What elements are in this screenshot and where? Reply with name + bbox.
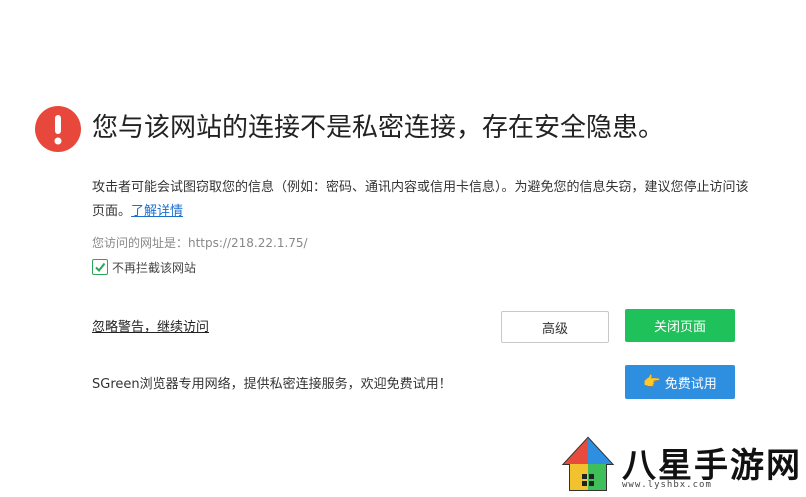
do-not-block-checkbox[interactable] <box>92 259 108 275</box>
learn-more-link[interactable]: 了解详情 <box>131 204 183 219</box>
description-text: 攻击者可能会试图窃取您的信息（例如：密码、通讯内容或信用卡信息）。为避免您的信息… <box>92 180 749 219</box>
close-page-button[interactable]: 关闭页面 <box>625 309 735 342</box>
free-trial-label: 免费试用 <box>664 376 717 392</box>
watermark-url: www.lyshbx.com <box>622 480 712 490</box>
page-headline: 您与该网站的连接不是私密连接，存在安全隐患。 <box>92 113 665 143</box>
promo-text: SGreen浏览器专用网络，提供私密连接服务，欢迎免费试用！ <box>92 377 452 392</box>
checkbox-label: 不再拦截该网站 <box>112 260 197 275</box>
do-not-block-checkbox-row[interactable]: 不再拦截该网站 <box>92 259 196 275</box>
checkmark-icon <box>95 262 106 273</box>
ignore-warning-link[interactable]: 忽略警告，继续访问 <box>92 316 209 335</box>
pointing-hand-icon: 👉 <box>643 374 661 390</box>
warning-icon <box>35 106 81 152</box>
site-watermark: 八星手游网 www.lyshbx.com <box>558 432 806 497</box>
warning-description: 攻击者可能会试图窃取您的信息（例如：密码、通讯内容或信用卡信息）。为避免您的信息… <box>92 176 752 224</box>
watermark-logo-icon <box>561 436 615 491</box>
advanced-button[interactable]: 高级 <box>501 311 609 343</box>
visited-url: 您访问的网址是：https://218.22.1.75/ <box>92 236 308 250</box>
free-trial-button[interactable]: 👉 免费试用 <box>625 365 735 399</box>
